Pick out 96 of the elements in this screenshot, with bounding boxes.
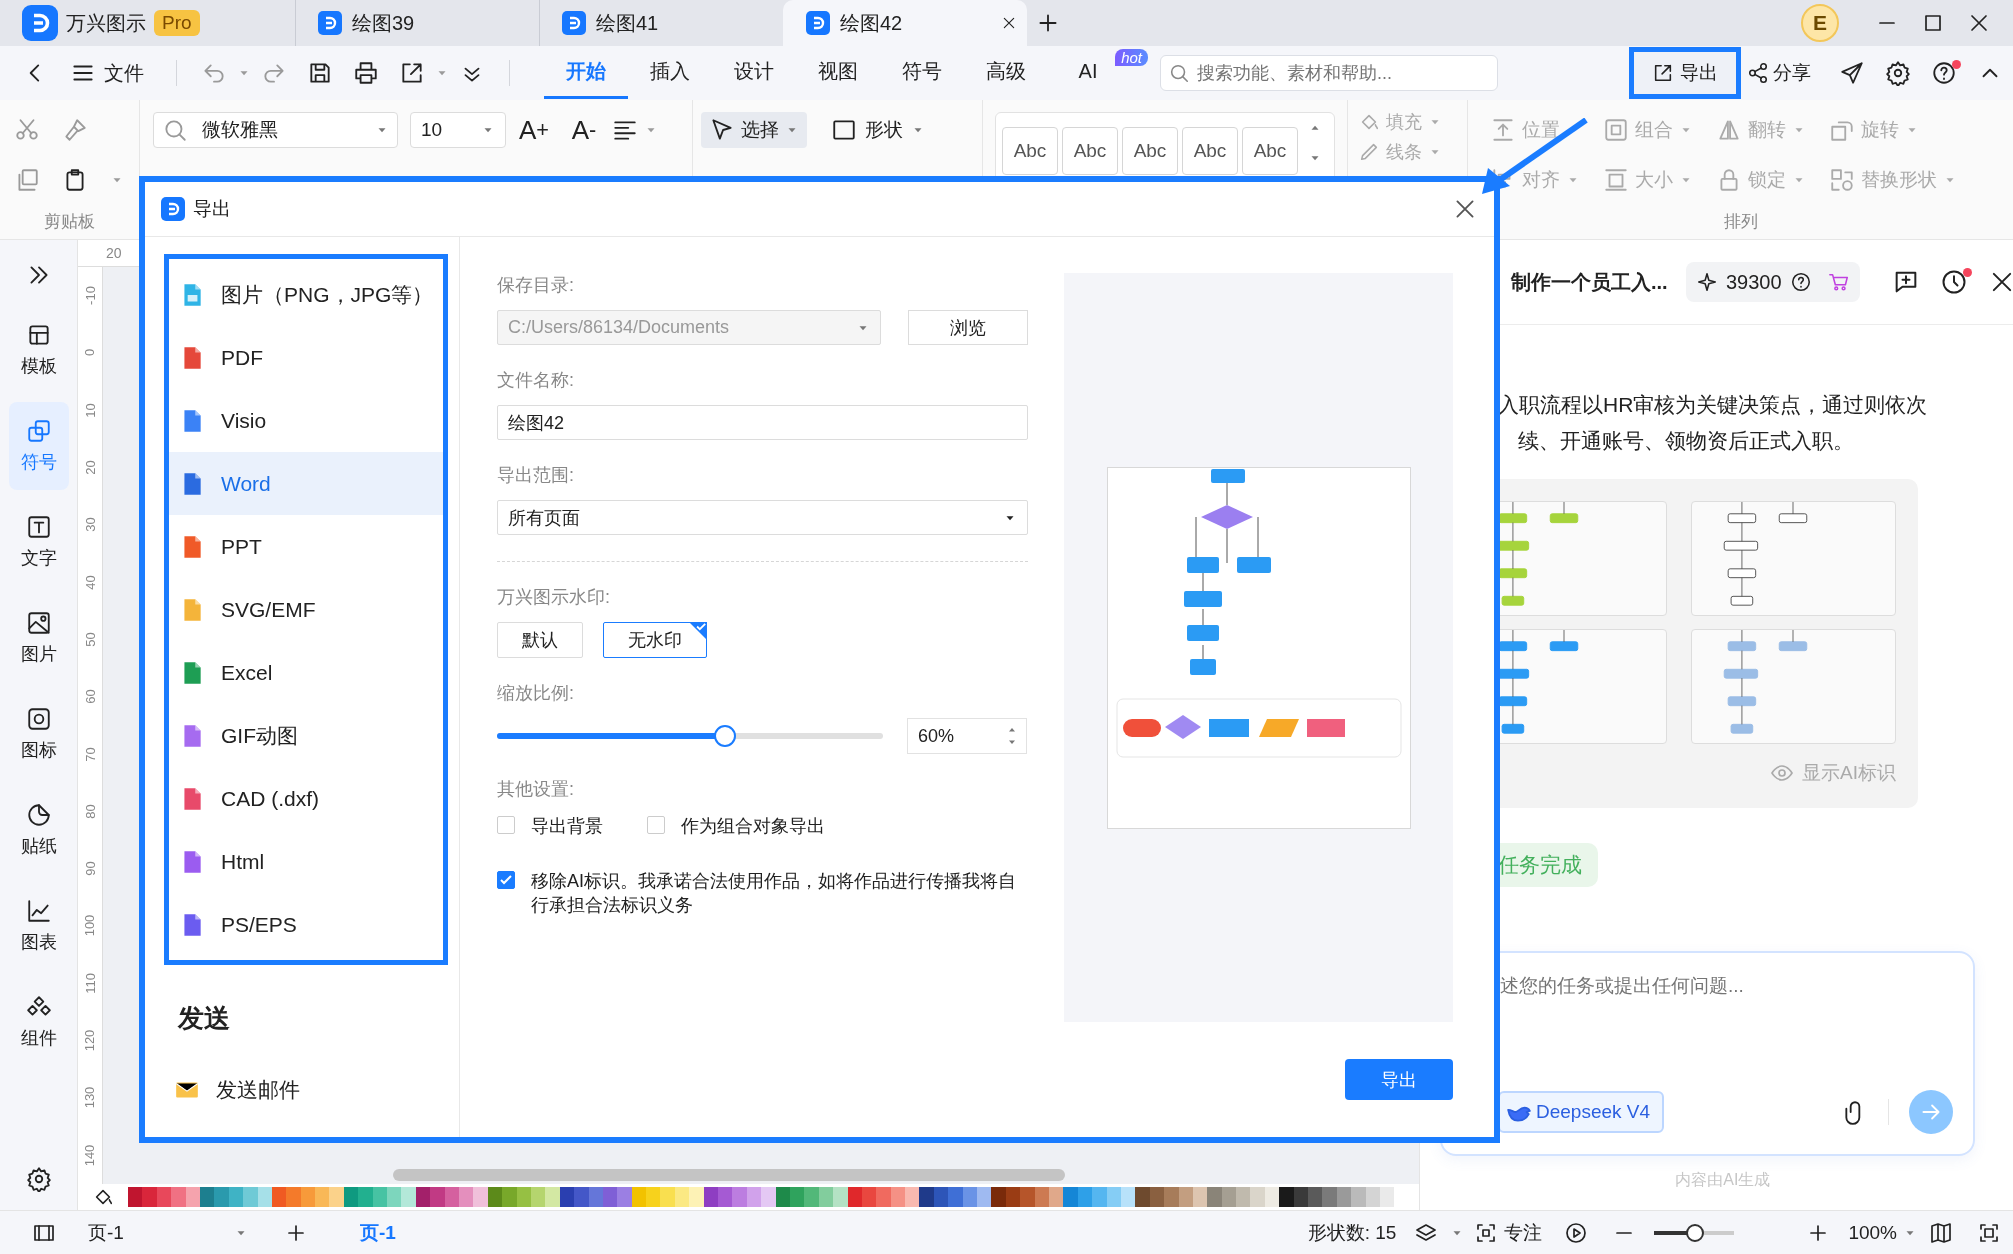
file-name-field[interactable]: 绘图42 xyxy=(497,405,1028,440)
format-item[interactable]: Html xyxy=(169,830,443,893)
field-label: 文件名称: xyxy=(497,369,575,392)
format-item[interactable]: Excel xyxy=(169,641,443,704)
chat-message-line: 入职流程以HR审核为关键决策点，通过则依次 xyxy=(1498,392,1928,418)
page-tab[interactable]: 页-1 xyxy=(360,1219,396,1246)
font-select[interactable]: 微软雅黑 xyxy=(153,112,398,148)
document-tab[interactable]: 绘图42 xyxy=(783,0,1027,46)
format-item[interactable]: Word xyxy=(169,452,443,515)
field-label: 万兴图示水印: xyxy=(497,586,611,609)
send-item[interactable]: 发送邮件 xyxy=(164,1058,459,1121)
style-swatch[interactable]: Abc xyxy=(1242,127,1298,175)
menu-tab[interactable]: AI hot xyxy=(1048,47,1148,99)
sidebar-item[interactable]: 贴纸 xyxy=(8,786,69,874)
ruler-label: 30 xyxy=(82,517,98,533)
field-label: 导出范围: xyxy=(497,464,575,487)
chat-title: 制作一个员工入... xyxy=(1511,269,1669,295)
watermark-option[interactable]: 默认 xyxy=(497,622,583,658)
scale-field[interactable]: 60% xyxy=(907,718,1027,754)
ruler-label: 130 xyxy=(82,1086,98,1109)
style-swatch[interactable]: Abc xyxy=(1122,127,1178,175)
browse-button[interactable]: 浏览 xyxy=(908,310,1028,345)
format-item[interactable]: PPT xyxy=(169,515,443,578)
ruler-label: 70 xyxy=(82,746,98,762)
ruler-label: 20 xyxy=(82,460,98,475)
sidebar-item[interactable]: 文字 xyxy=(8,498,69,586)
menu-tab[interactable]: 视图 xyxy=(796,47,880,99)
checkbox-label: 导出背景 xyxy=(531,815,603,838)
format-item[interactable]: Visio xyxy=(169,389,443,452)
font-size-select[interactable]: 10 xyxy=(410,112,506,148)
menu-tab[interactable]: 高级 xyxy=(964,47,1048,99)
export-button[interactable]: 导出 xyxy=(1629,47,1741,99)
ruler-label: 20 xyxy=(106,245,122,261)
model-button[interactable]: Deepseek V4 xyxy=(1498,1091,1665,1133)
watermark-option[interactable]: 无水印 xyxy=(603,622,707,658)
sidebar-item[interactable]: 图表 xyxy=(8,882,69,970)
disclaimer-text: 内容由AI生成 xyxy=(1675,1170,1771,1190)
field-label: 保存目录: xyxy=(497,274,575,297)
points-pill[interactable]: 39300 xyxy=(1686,262,1860,302)
format-item[interactable]: GIF动图 xyxy=(169,704,443,767)
ruler-label: 0 xyxy=(82,349,98,357)
ruler-label: 60 xyxy=(82,689,98,704)
format-item[interactable]: PS/EPS xyxy=(169,893,443,956)
format-item[interactable]: PDF xyxy=(169,326,443,389)
export-button[interactable]: 导出 xyxy=(1345,1059,1453,1100)
ruler-label: 40 xyxy=(82,574,98,590)
range-select[interactable]: 所有页面 xyxy=(497,500,1028,535)
ruler-label: 50 xyxy=(82,632,98,647)
points-count: 39300 xyxy=(1726,270,1782,294)
user-avatar[interactable]: E xyxy=(1801,4,1839,42)
group-label: 排列 xyxy=(1722,211,1759,233)
app-name: 万兴图示 xyxy=(66,10,146,36)
section-heading: 发送 xyxy=(178,1002,231,1035)
field-label: 缩放比例: xyxy=(497,682,575,705)
document-tab[interactable]: 绘图41 xyxy=(539,0,783,46)
focus-button[interactable]: 专注 xyxy=(1474,1219,1543,1246)
menu-tab[interactable]: 设计 xyxy=(712,47,796,99)
format-item[interactable]: 图片（PNG，JPG等） xyxy=(169,263,443,326)
group-label: 剪贴板 xyxy=(43,211,96,233)
ruler-label: 140 xyxy=(82,1144,98,1166)
shape-count: 形状数: 15 xyxy=(1307,1220,1397,1245)
format-item[interactable]: CAD (.dxf) xyxy=(169,767,443,830)
ruler-label: 110 xyxy=(82,972,98,994)
share-button[interactable]: 分享 xyxy=(1747,60,1811,86)
menu-tab[interactable]: 插入 xyxy=(628,47,712,99)
style-swatch[interactable]: Abc xyxy=(1002,127,1058,175)
page-select[interactable]: 页-1 xyxy=(88,1219,248,1246)
checkbox-label: 作为组合对象导出 xyxy=(681,815,825,838)
style-swatch[interactable]: Abc xyxy=(1182,127,1238,175)
file-menu[interactable]: 文件 xyxy=(70,59,144,87)
ruler-label: 90 xyxy=(82,861,98,876)
ruler-label: -10 xyxy=(82,286,98,306)
document-tab[interactable]: 绘图39 xyxy=(295,0,539,46)
field-label: 其他设置: xyxy=(497,778,575,801)
format-item[interactable]: SVG/EMF xyxy=(169,578,443,641)
shape-button[interactable]: 形状 xyxy=(823,112,933,148)
sidebar-item[interactable]: 模板 xyxy=(8,306,69,394)
style-swatch[interactable]: Abc xyxy=(1062,127,1118,175)
search-field[interactable]: 搜索功能、素材和帮助... xyxy=(1160,55,1498,91)
ruler-label: 100 xyxy=(82,915,98,937)
dialog-title: 导出 xyxy=(193,197,231,221)
sidebar-item[interactable]: 符号 xyxy=(8,402,69,490)
pro-badge: Pro xyxy=(154,10,200,36)
zoom-level[interactable]: 100% xyxy=(1848,1221,1897,1244)
sidebar-item[interactable]: 组件 xyxy=(8,978,69,1066)
ruler-label: 80 xyxy=(82,804,98,819)
ruler-label: 120 xyxy=(82,1029,98,1052)
sidebar-item[interactable]: 图标 xyxy=(8,690,69,778)
checkbox-label: 移除AI标识。我承诺合法使用作品，如将作品进行传播我将自行承担合法标识义务 xyxy=(531,870,1017,917)
chat-input[interactable]: 述您的任务或提出任何问题... Deepseek V4 xyxy=(1440,951,1975,1156)
ruler-label: 10 xyxy=(82,403,98,418)
sidebar-item[interactable]: 图片 xyxy=(8,594,69,682)
select-button[interactable]: 选择 xyxy=(701,112,807,148)
hot-badge: hot xyxy=(1115,49,1148,66)
menu-tab[interactable]: 符号 xyxy=(880,47,964,99)
chat-message-line: 续、开通账号、领物资后正式入职。 xyxy=(1518,428,1854,454)
